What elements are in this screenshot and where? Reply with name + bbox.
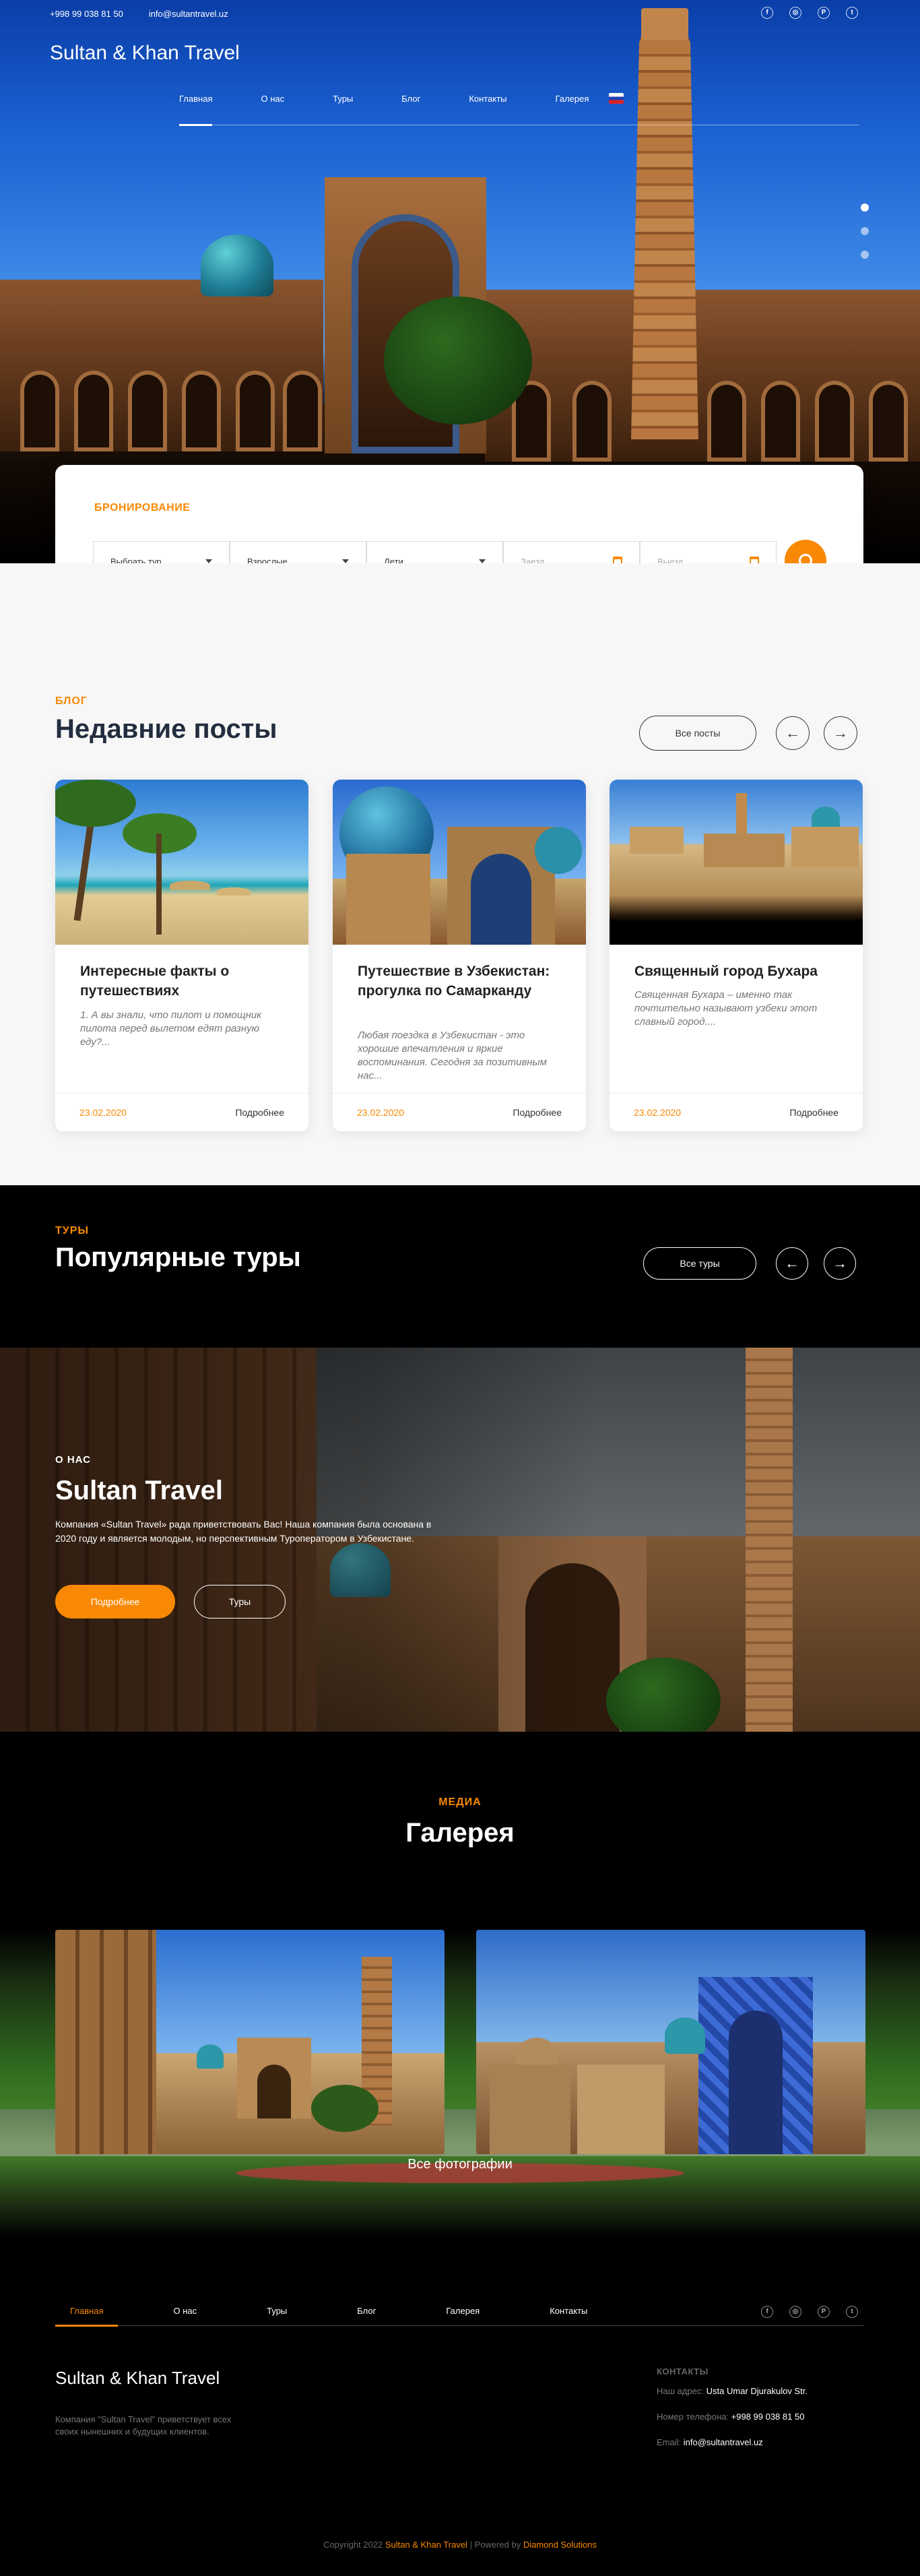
- all-tours-button[interactable]: Все туры: [643, 1247, 756, 1280]
- russia-flag-icon[interactable]: [609, 93, 624, 104]
- arrow-right-icon: →: [832, 1255, 847, 1271]
- hero-arcade-right: [485, 290, 920, 462]
- post-image-samarkand[interactable]: [333, 780, 586, 945]
- footer-nav-blog[interactable]: Блог: [342, 2299, 391, 2326]
- gallery-eyebrow: МЕДИА: [438, 1796, 482, 1808]
- twitter-icon[interactable]: t: [846, 7, 858, 19]
- read-more-link[interactable]: Подробнее: [513, 1107, 562, 1118]
- about-section: О НАС Sultan Travel Компания «Sultan Tra…: [0, 1348, 920, 1732]
- footer-nav: Главная О нас Туры Блог Галерея Контакты: [55, 2299, 863, 2327]
- footer-description: Компания "Sultan Travel" приветствует вс…: [55, 2414, 232, 2437]
- about-tours-button[interactable]: Туры: [194, 1585, 286, 1619]
- about-more-button[interactable]: Подробнее: [55, 1585, 175, 1619]
- nav-blog[interactable]: Блог: [401, 89, 420, 125]
- post-date: 23.02.2020: [357, 1107, 405, 1118]
- slider-dot-3[interactable]: [861, 251, 869, 259]
- pinterest-icon[interactable]: P: [818, 2306, 830, 2318]
- gallery-image-1[interactable]: [55, 1930, 445, 2154]
- about-title: Sultan Travel: [55, 1476, 223, 1505]
- all-posts-button[interactable]: Все посты: [639, 716, 756, 751]
- tours-section: ТУРЫ Популярные туры Все туры ← →: [0, 1185, 920, 1348]
- post-title[interactable]: Интересные факты о путешествиях: [80, 962, 282, 1001]
- hero-dome: [201, 234, 273, 296]
- footer-brand[interactable]: Sultan & Khan Travel: [55, 2368, 220, 2389]
- footer-nav-gallery[interactable]: Галерея: [431, 2299, 494, 2326]
- slider-dot-2[interactable]: [861, 227, 869, 235]
- copyright: Copyright 2022 Sultan & Khan Travel | Po…: [323, 2540, 597, 2550]
- nav-contacts[interactable]: Контакты: [469, 89, 506, 125]
- hero-arcade-left: [0, 280, 323, 451]
- facebook-icon[interactable]: f: [761, 2306, 773, 2318]
- tours-eyebrow: ТУРЫ: [55, 1225, 90, 1236]
- footer-email: Email: info@sultantravel.uz: [657, 2437, 763, 2447]
- arrow-right-icon: →: [833, 724, 848, 741]
- footer-nav-tours[interactable]: Туры: [252, 2299, 302, 2326]
- slider-dots: [861, 203, 869, 259]
- hero-minaret: [631, 8, 698, 439]
- tours-next-button[interactable]: →: [824, 1247, 856, 1280]
- gallery-section: МЕДИА Галерея Все фотографии: [0, 1732, 920, 2299]
- post-title[interactable]: Священный город Бухара: [634, 962, 836, 981]
- nav-home[interactable]: Главная: [179, 89, 213, 126]
- hero-tree: [384, 296, 532, 425]
- slider-dot-1[interactable]: [861, 203, 869, 212]
- post-excerpt: 1. А вы знали, что пилот и помощник пило…: [80, 1009, 262, 1048]
- pinterest-icon[interactable]: P: [818, 7, 830, 19]
- blog-prev-button[interactable]: ←: [776, 716, 810, 750]
- footer-nav-about[interactable]: О нас: [158, 2299, 211, 2326]
- blog-next-button[interactable]: →: [824, 716, 857, 750]
- about-text: Компания «Sultan Travel» рада приветство…: [55, 1519, 432, 1544]
- blog-card[interactable]: Путешествие в Узбекистан: прогулка по Са…: [333, 780, 586, 1131]
- nav-about[interactable]: О нас: [261, 89, 284, 125]
- twitter-icon[interactable]: t: [846, 2306, 858, 2318]
- post-title[interactable]: Путешествие в Узбекистан: прогулка по Са…: [358, 962, 560, 1001]
- gallery-image-2[interactable]: [476, 1930, 865, 2154]
- footer-address: Наш адрес: Usta Umar Djurakulov Str.: [657, 2386, 808, 2396]
- post-date: 23.02.2020: [634, 1107, 682, 1118]
- post-excerpt: Любая поездка в Узбекистан - это хорошие…: [358, 1030, 547, 1081]
- blog-card[interactable]: Священный город Бухара Священная Бухара …: [610, 780, 863, 1131]
- read-more-link[interactable]: Подробнее: [235, 1107, 284, 1118]
- post-image-bukhara[interactable]: [610, 780, 863, 945]
- tours-title: Популярные туры: [55, 1243, 301, 1272]
- topbar-email[interactable]: info@sultantravel.uz: [149, 9, 228, 19]
- gallery-title: Галерея: [405, 1818, 515, 1848]
- header-socials: f ◎ P t: [761, 7, 858, 19]
- post-excerpt: Священная Бухара – именно так почтительн…: [634, 989, 818, 1028]
- footer-phone: Номер телефона: +998 99 038 81 50: [657, 2412, 805, 2422]
- arrow-left-icon: ←: [785, 1255, 799, 1271]
- site-logo[interactable]: Sultan & Khan Travel: [50, 42, 240, 65]
- footer-nav-contacts[interactable]: Контакты: [535, 2299, 602, 2326]
- read-more-link[interactable]: Подробнее: [789, 1107, 839, 1118]
- main-nav: Главная О нас Туры Блог Контакты Галерея: [179, 89, 859, 126]
- instagram-icon[interactable]: ◎: [789, 2306, 801, 2318]
- blog-eyebrow: БЛОГ: [55, 695, 88, 707]
- about-eyebrow: О НАС: [55, 1454, 91, 1466]
- blog-title: Недавние посты: [55, 714, 277, 744]
- nav-gallery[interactable]: Галерея: [556, 89, 589, 125]
- facebook-icon[interactable]: f: [761, 7, 773, 19]
- site-footer: Главная О нас Туры Блог Галерея Контакты…: [0, 2299, 920, 2576]
- footer-nav-home[interactable]: Главная: [55, 2299, 119, 2327]
- topbar: +998 99 038 81 50 info@sultantravel.uz: [50, 9, 228, 19]
- blog-section: БЛОГ Недавние посты Все посты ← → Интере…: [0, 563, 920, 1185]
- footer-contacts-title: КОНТАКТЫ: [657, 2366, 709, 2377]
- instagram-icon[interactable]: ◎: [789, 7, 801, 19]
- topbar-phone[interactable]: +998 99 038 81 50: [50, 9, 123, 19]
- post-date: 23.02.2020: [79, 1107, 127, 1118]
- post-image-beach[interactable]: [55, 780, 308, 945]
- blog-card[interactable]: Интересные факты о путешествиях 1. А вы …: [55, 780, 308, 1131]
- footer-socials: f ◎ P t: [761, 2306, 858, 2318]
- all-photos-button[interactable]: Все фотографии: [0, 2157, 920, 2172]
- booking-title: БРОНИРОВАНИЕ: [94, 502, 191, 513]
- tours-prev-button[interactable]: ←: [776, 1247, 808, 1280]
- nav-tours[interactable]: Туры: [333, 89, 353, 125]
- arrow-left-icon: ←: [785, 724, 800, 741]
